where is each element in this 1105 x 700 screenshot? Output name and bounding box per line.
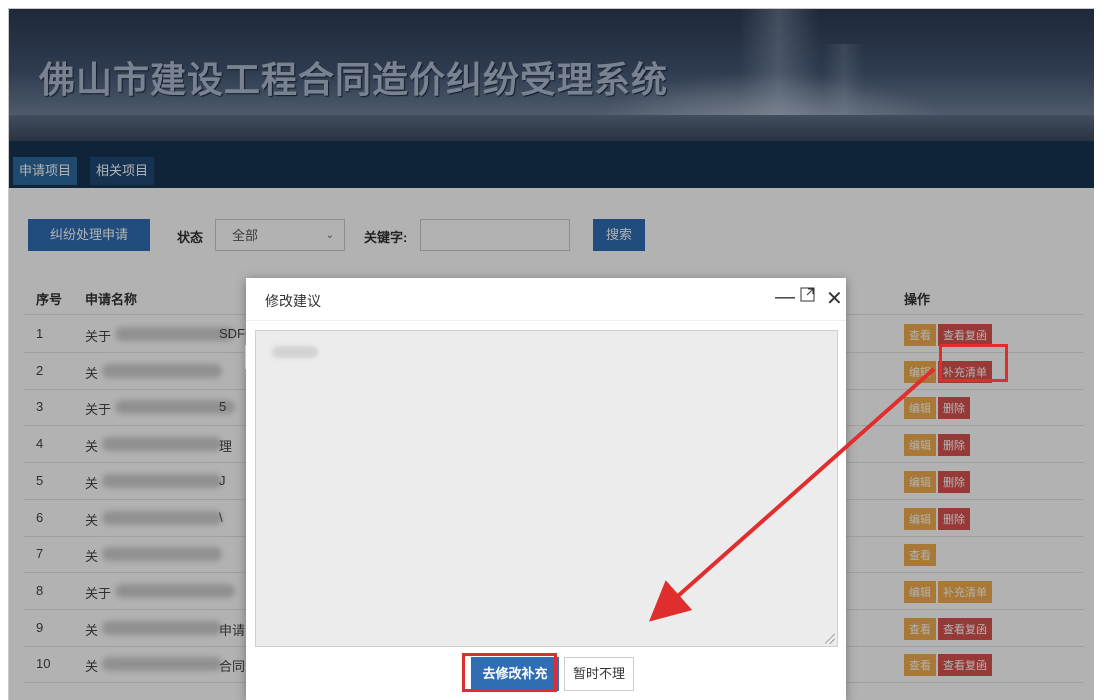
app-frame: 佛山市建设工程合同造价纠纷受理系统 申请项目 相关项目 纠纷处理申请 状态 全部…: [8, 8, 1094, 700]
annotation-arrow: [649, 367, 936, 622]
